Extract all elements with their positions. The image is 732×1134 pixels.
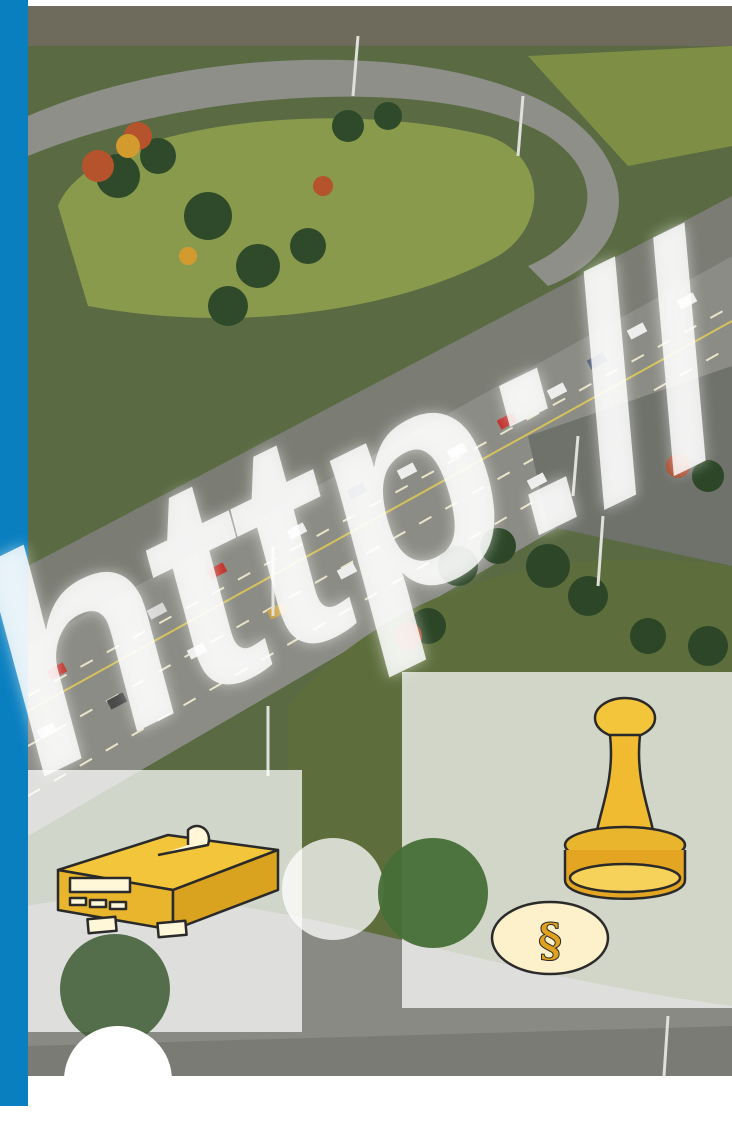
card-terminal-icon [56, 824, 280, 939]
bottom-white-circle [64, 1026, 172, 1134]
paragraph-seal-icon: § [490, 900, 610, 976]
paragraph-symbol: § [538, 913, 562, 967]
left-panel-tab [282, 838, 384, 940]
right-panel-window [378, 838, 488, 948]
